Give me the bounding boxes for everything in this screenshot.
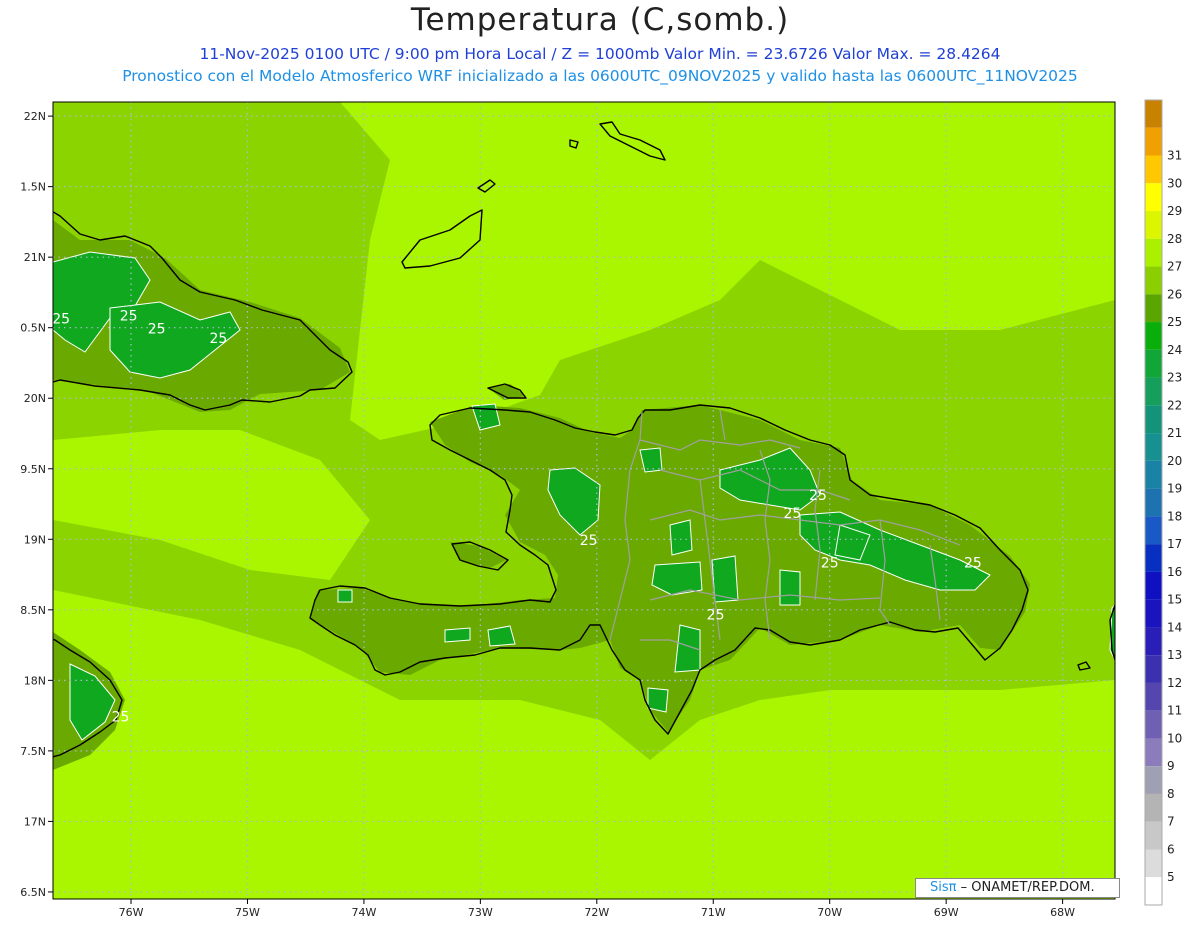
lat-tick-label: 8.5N — [20, 604, 46, 617]
colorbar-label: 26 — [1167, 287, 1182, 301]
lon-tick-label: 74W — [351, 906, 376, 919]
colorbar-swatch — [1145, 488, 1162, 517]
colorbar-label: 18 — [1167, 509, 1182, 523]
colorbar-label: 22 — [1167, 398, 1182, 412]
lon-tick-label: 70W — [817, 906, 842, 919]
colorbar-label: 12 — [1167, 676, 1182, 690]
colorbar-label: 14 — [1167, 620, 1182, 634]
contour-label: 25 — [784, 506, 802, 522]
colorbar-label: 15 — [1167, 593, 1182, 607]
lat-tick-label: 1.5N — [20, 181, 46, 194]
colorbar-label: 11 — [1167, 704, 1182, 718]
colorbar-swatch — [1145, 100, 1162, 128]
colorbar-swatch — [1145, 877, 1162, 905]
contour-label: 25 — [112, 709, 130, 725]
contour-label: 25 — [809, 488, 827, 504]
credit-box: Sisπ – ONAMET/REP.DOM. — [915, 878, 1120, 898]
colorbar-label: 30 — [1167, 176, 1182, 190]
colorbar-label: 16 — [1167, 565, 1182, 579]
colorbar-label: 27 — [1167, 260, 1182, 274]
colorbar-label: 5 — [1167, 870, 1175, 884]
colorbar-swatch — [1145, 849, 1162, 878]
colorbar-swatch — [1145, 377, 1162, 406]
colorbar-swatch — [1145, 766, 1162, 794]
colorbar-swatch — [1145, 294, 1162, 323]
contour-label: 25 — [580, 533, 598, 549]
lon-tick-label: 73W — [468, 906, 493, 919]
colorbar-swatch — [1145, 821, 1162, 850]
colorbar-label: 21 — [1167, 426, 1182, 440]
lon-tick-label: 75W — [235, 906, 260, 919]
lat-tick-label: 0.5N — [20, 322, 46, 335]
lon-tick-label: 76W — [119, 906, 144, 919]
colorbar-label: 28 — [1167, 232, 1182, 246]
lon-tick-label: 71W — [701, 906, 726, 919]
colorbar-swatch — [1145, 655, 1162, 683]
lat-tick-label: 20N — [24, 392, 46, 405]
contour-label: 25 — [964, 556, 982, 572]
temperature-colorbar: 31 30 29 28 27 26 25 24 23 22 21 20 19 18 17 16 15 14 13 12… — [1144, 99, 1182, 906]
colorbar-label: 29 — [1167, 204, 1182, 218]
lat-tick-label: 18N — [24, 674, 46, 687]
colorbar-swatch — [1145, 266, 1162, 295]
colorbar-label: 13 — [1167, 648, 1182, 662]
lon-tick-label: 72W — [584, 906, 609, 919]
contour-label: 25 — [52, 311, 70, 327]
colorbar-swatch — [1145, 571, 1162, 600]
colorbar-swatch — [1145, 211, 1162, 239]
colorbar-label: 20 — [1167, 454, 1182, 468]
colorbar-label: 9 — [1167, 759, 1175, 773]
lat-tick-label: 22N — [24, 110, 46, 123]
colorbar-swatch — [1145, 349, 1162, 378]
colorbar-swatch — [1145, 460, 1162, 489]
colorbar-label: 7 — [1167, 815, 1175, 829]
map-plot-area: 25 25 25 25 25 25 25 25 25 25 25 — [52, 102, 1115, 899]
lon-tick-label: 69W — [934, 906, 959, 919]
colorbar-label: 23 — [1167, 371, 1182, 385]
onamet-credit: – ONAMET/REP.DOM. — [956, 880, 1095, 895]
lon-tick-label: 68W — [1050, 906, 1075, 919]
lat-tick-label: 7.5N — [20, 745, 46, 758]
colorbar-swatch — [1145, 322, 1162, 350]
contour-label: 25 — [148, 321, 166, 337]
contour-label: 25 — [120, 309, 138, 325]
colorbar-swatch — [1145, 155, 1162, 184]
colorbar-swatch — [1145, 627, 1162, 656]
colorbar-label: 8 — [1167, 787, 1175, 801]
colorbar-label: 24 — [1167, 343, 1182, 357]
colorbar-label: 25 — [1167, 315, 1182, 329]
colorbar-swatch — [1145, 738, 1162, 767]
colorbar-swatch — [1145, 516, 1162, 545]
contour-label: 25 — [821, 556, 839, 572]
colorbar-label: 31 — [1167, 149, 1182, 163]
colorbar-label: 10 — [1167, 731, 1182, 745]
temperature-map: 25 25252525252525252525 76W 75W 74W 73W 72W 71… — [20, 99, 1182, 919]
colorbar-swatch — [1145, 710, 1162, 739]
colorbar-swatch — [1145, 238, 1162, 267]
colorbar-swatch — [1145, 127, 1162, 156]
contour-label: 25 — [209, 331, 227, 347]
colorbar-swatch — [1145, 599, 1162, 628]
sispi-logo-text: Sisπ — [930, 880, 957, 895]
lat-tick-label: 21N — [24, 251, 46, 264]
lat-tick-label: 19N — [24, 533, 46, 546]
colorbar-swatch — [1145, 682, 1162, 711]
colorbar-swatch — [1145, 433, 1162, 461]
colorbar-swatch — [1145, 405, 1162, 434]
colorbar-swatch — [1145, 793, 1162, 822]
colorbar-swatch — [1145, 544, 1162, 572]
colorbar-label: 17 — [1167, 537, 1182, 551]
colorbar-label: 6 — [1167, 842, 1175, 856]
lat-tick-label: 9.5N — [20, 463, 46, 476]
colorbar-swatch — [1145, 183, 1162, 212]
lat-tick-label: 6.5N — [20, 886, 46, 899]
lat-tick-label: 17N — [24, 815, 46, 828]
colorbar-label: 19 — [1167, 482, 1182, 496]
contour-label: 25 — [707, 608, 725, 624]
